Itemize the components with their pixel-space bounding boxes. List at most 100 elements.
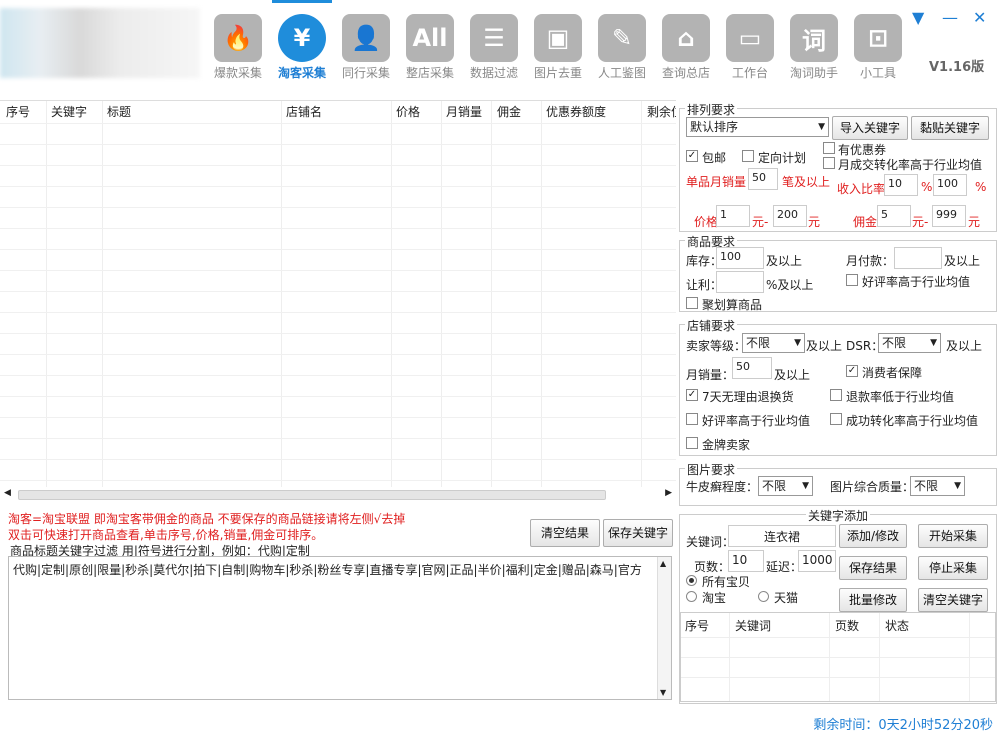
keyword-input[interactable]: 连衣裙 bbox=[728, 525, 836, 547]
nav-toolbox[interactable]: ⊡ 小工具 bbox=[848, 10, 908, 90]
seller-level-select[interactable]: 不限 bbox=[742, 333, 805, 353]
add-modify-button[interactable]: 添加/修改 bbox=[839, 524, 907, 548]
juhuasuan-checkbox[interactable] bbox=[686, 297, 698, 309]
delay-input[interactable]: 1000 bbox=[798, 550, 836, 572]
targeted-plan-checkbox[interactable] bbox=[742, 150, 754, 162]
column-header[interactable]: 关键字 bbox=[51, 101, 87, 123]
all-items-radio[interactable] bbox=[686, 575, 697, 586]
stop-collect-button[interactable]: 停止采集 bbox=[918, 556, 988, 580]
dsr-select[interactable]: 不限 bbox=[878, 333, 941, 353]
price-min-input[interactable]: 1 bbox=[716, 205, 750, 227]
shop-sales-unit: 及以上 bbox=[774, 368, 811, 382]
stock-input[interactable]: 100 bbox=[716, 247, 764, 269]
filter-scrollbar[interactable]: ▲ ▼ bbox=[657, 557, 671, 699]
table-row bbox=[681, 637, 995, 638]
keyword-table[interactable]: 序号 关键词 页数 状态 bbox=[680, 612, 996, 702]
has-coupon-checkbox[interactable] bbox=[823, 142, 835, 154]
price-max-input[interactable]: 200 bbox=[773, 205, 807, 227]
tmall-radio[interactable] bbox=[758, 591, 769, 602]
gold-seller-label: 金牌卖家 bbox=[702, 438, 751, 452]
consumer-protection-checkbox[interactable]: ✓ bbox=[846, 365, 858, 377]
keyword-column-header[interactable]: 序号 bbox=[685, 615, 709, 637]
version-label: V1.16版 bbox=[929, 60, 985, 75]
clear-results-button[interactable]: 清空结果 bbox=[530, 519, 600, 547]
refund-rate-label: 退款率低于行业均值 bbox=[846, 390, 955, 404]
column-header[interactable]: 标题 bbox=[107, 101, 131, 123]
income-min-input[interactable]: 10 bbox=[884, 174, 918, 196]
refund-rate-checkbox[interactable] bbox=[830, 389, 842, 401]
paste-keyword-button[interactable]: 黏贴关键字 bbox=[911, 116, 989, 140]
nav-monitor[interactable]: ▭ 工作台 bbox=[720, 10, 780, 90]
scroll-thumb[interactable] bbox=[18, 490, 606, 500]
column-header[interactable]: 店铺名 bbox=[286, 101, 322, 123]
minimize-icon[interactable]: ▼ bbox=[912, 8, 924, 27]
table-row bbox=[0, 228, 676, 229]
column-header[interactable]: 剩余位 bbox=[647, 101, 676, 123]
filter-textarea[interactable]: 代购|定制|原创|限量|秒杀|莫代尔|拍下|自制|购物车|秒杀|粉丝专享|直播专… bbox=[8, 556, 672, 700]
success-conversion-checkbox[interactable] bbox=[830, 413, 842, 425]
income-max-input[interactable]: 100 bbox=[933, 174, 967, 196]
horizontal-scrollbar[interactable]: ◀ ▶ bbox=[4, 488, 672, 502]
column-header[interactable]: 价格 bbox=[396, 101, 420, 123]
nav-yen[interactable]: ¥ 淘客采集 bbox=[272, 0, 332, 90]
close-icon[interactable]: ✕ bbox=[973, 8, 986, 27]
good-rate-checkbox[interactable] bbox=[846, 274, 858, 286]
shop-good-rate-checkbox[interactable] bbox=[686, 413, 698, 425]
table-row bbox=[0, 165, 676, 166]
nav-user[interactable]: 👤 同行采集 bbox=[336, 10, 396, 90]
monthly-conversion-checkbox[interactable] bbox=[823, 157, 835, 169]
psoriasis-select[interactable]: 不限 bbox=[758, 476, 813, 496]
column-header[interactable]: 佣金 bbox=[497, 101, 521, 123]
nav-house[interactable]: ⌂ 查询总店 bbox=[656, 10, 716, 90]
flame-icon: 🔥 bbox=[214, 14, 262, 62]
nav-flame[interactable]: 🔥 爆款采集 bbox=[208, 10, 268, 90]
restore-icon[interactable]: — bbox=[942, 8, 958, 27]
pages-input[interactable]: 10 bbox=[728, 550, 764, 572]
batch-modify-button[interactable]: 批量修改 bbox=[839, 588, 907, 612]
nav-label: 淘词助手 bbox=[789, 66, 838, 80]
nav-all[interactable]: All 整店采集 bbox=[400, 10, 460, 90]
nav-image[interactable]: ▣ 图片去重 bbox=[528, 10, 588, 90]
nav-label: 淘客采集 bbox=[277, 66, 326, 80]
scroll-right-icon[interactable]: ▶ bbox=[665, 488, 672, 498]
table-row bbox=[0, 333, 676, 334]
discount-input[interactable] bbox=[716, 271, 764, 293]
taobao-radio[interactable] bbox=[686, 591, 697, 602]
column-header[interactable]: 序号 bbox=[6, 101, 30, 123]
nav-person[interactable]: ✎ 人工鉴图 bbox=[592, 10, 652, 90]
keyword-column-header[interactable]: 状态 bbox=[885, 615, 909, 637]
results-grid[interactable]: 序号关键字标题 店铺名 价格 月销量佣金 优惠券额度 剩余位 bbox=[0, 100, 676, 487]
gold-seller-checkbox[interactable] bbox=[686, 437, 698, 449]
monthly-pay-input[interactable] bbox=[894, 247, 942, 269]
nav-filter[interactable]: ☰ 数据过滤 bbox=[464, 10, 524, 90]
save-keyword-button[interactable]: 保存关键字 bbox=[603, 519, 673, 547]
shop-sales-input[interactable]: 50 bbox=[732, 357, 772, 379]
sort-select[interactable]: 默认排序 bbox=[686, 117, 829, 137]
column-header[interactable]: 月销量 bbox=[446, 101, 482, 123]
targeted-plan-label: 定向计划 bbox=[758, 151, 807, 165]
column-header[interactable]: 优惠券额度 bbox=[546, 101, 606, 123]
image-quality-select[interactable]: 不限 bbox=[910, 476, 965, 496]
free-shipping-checkbox[interactable]: ✓ bbox=[686, 150, 698, 162]
keyword-column-header[interactable]: 关键词 bbox=[735, 615, 771, 637]
scroll-up-icon[interactable]: ▲ bbox=[660, 559, 666, 568]
nav-word[interactable]: 词淘词助手 bbox=[784, 10, 844, 90]
monthly-sales-input[interactable]: 50 bbox=[748, 168, 778, 190]
save-results-button[interactable]: 保存结果 bbox=[839, 556, 907, 580]
income-unit: % bbox=[975, 180, 987, 194]
clear-keywords-button[interactable]: 清空关键字 bbox=[918, 588, 988, 612]
scroll-down-icon[interactable]: ▼ bbox=[660, 688, 666, 697]
commission-max-input[interactable]: 999 bbox=[932, 205, 966, 227]
keyword-column-header[interactable]: 页数 bbox=[835, 615, 859, 637]
scroll-left-icon[interactable]: ◀ bbox=[4, 488, 11, 498]
return-7day-checkbox[interactable]: ✓ bbox=[686, 389, 698, 401]
commission-unit: 元 bbox=[968, 215, 981, 229]
commission-min-input[interactable]: 5 bbox=[877, 205, 911, 227]
column-divider bbox=[46, 101, 47, 487]
table-row bbox=[0, 249, 676, 250]
yen-icon: ¥ bbox=[278, 14, 326, 62]
import-keyword-button[interactable]: 导入关键字 bbox=[832, 116, 908, 140]
price-sep: 元- bbox=[752, 215, 769, 229]
active-tab-indicator bbox=[272, 0, 332, 3]
start-collect-button[interactable]: 开始采集 bbox=[918, 524, 988, 548]
